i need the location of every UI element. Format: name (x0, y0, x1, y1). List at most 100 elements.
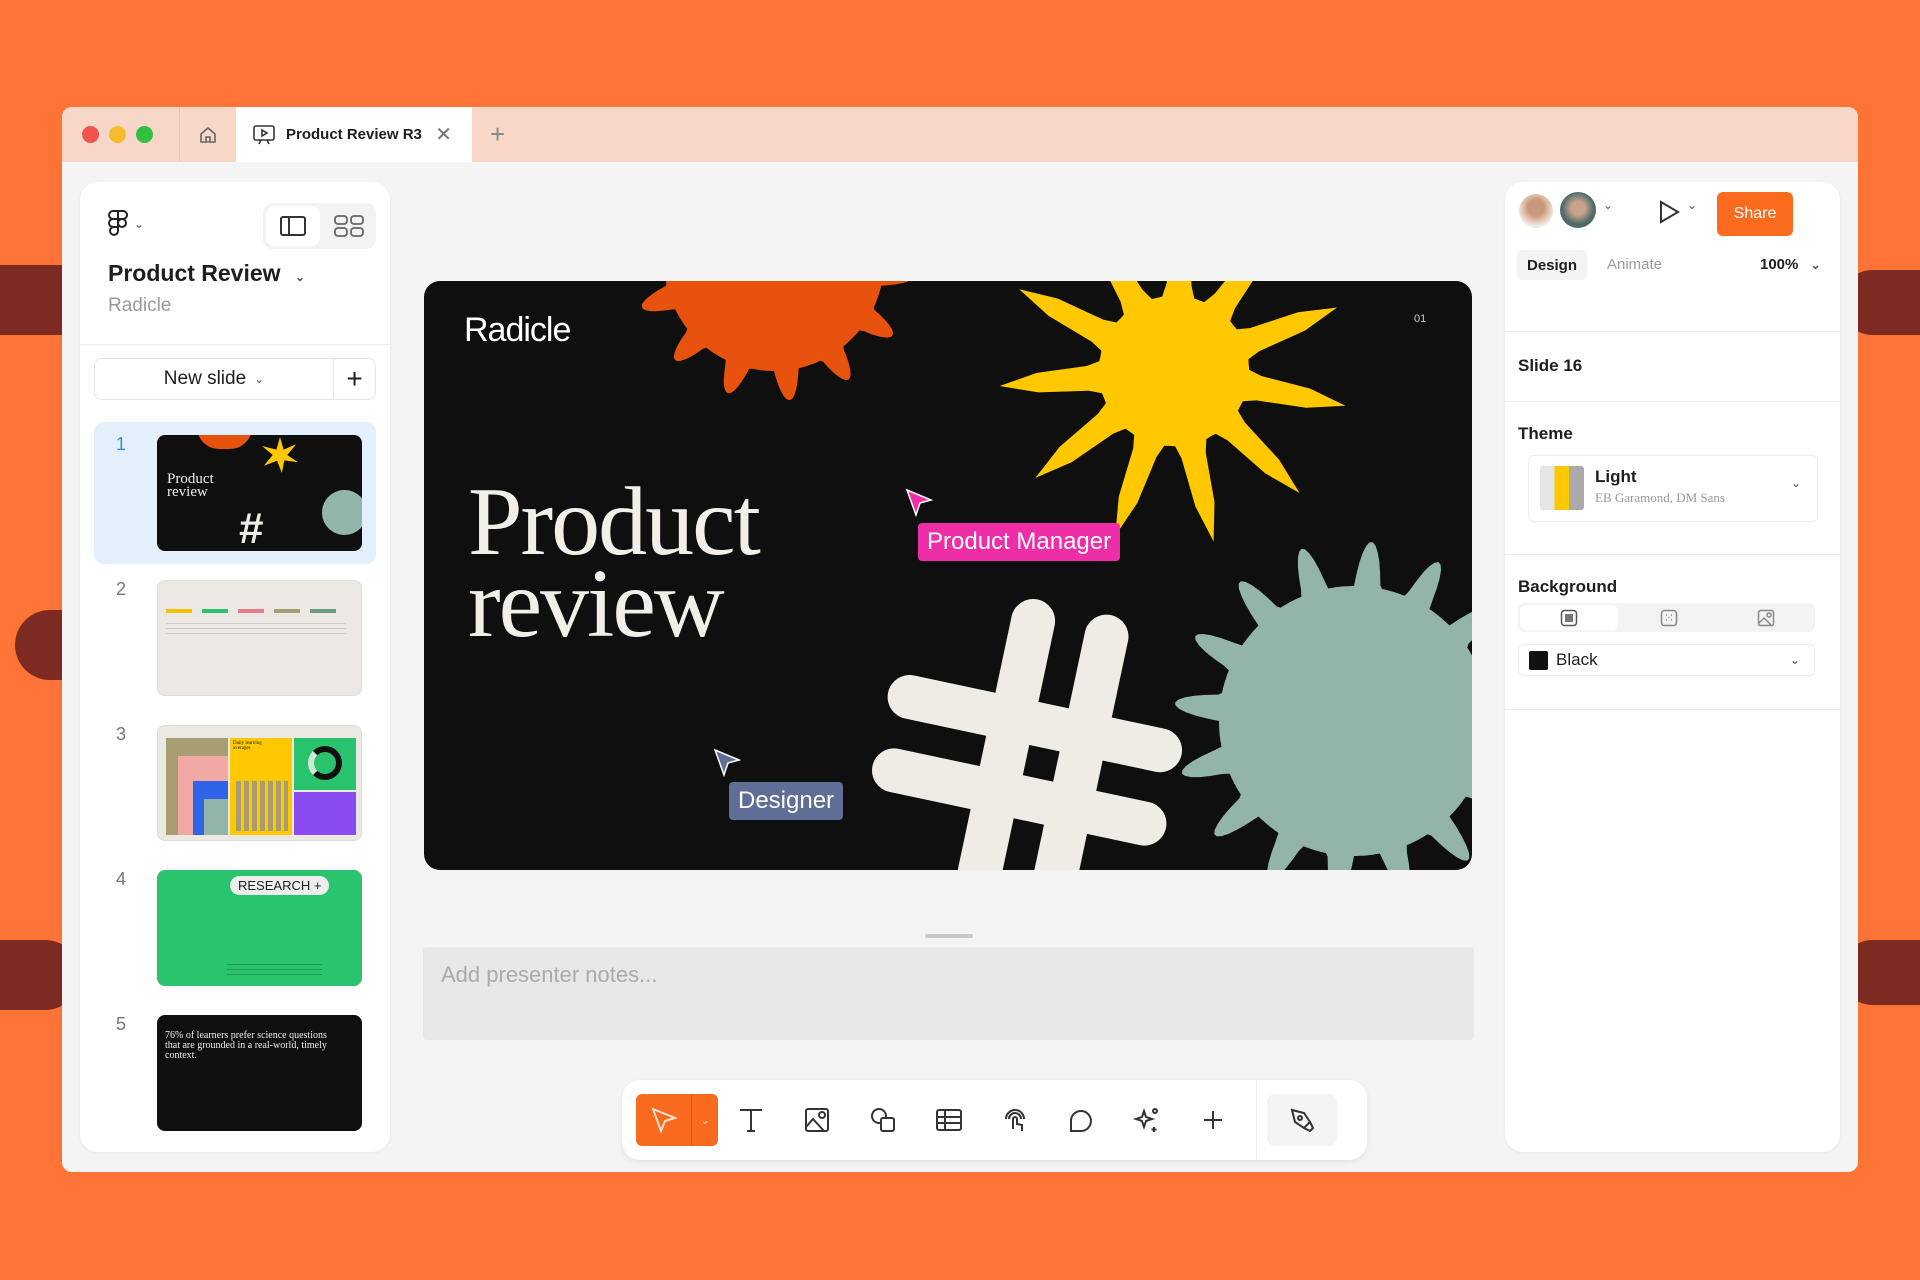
properties-panel: ⌄ ⌄ Share Design Animate 100% ⌄ Slide 16… (1505, 182, 1840, 1152)
plus-icon (1204, 1111, 1222, 1129)
figma-logo-icon (108, 210, 128, 236)
ai-sparkle-icon (1132, 1107, 1158, 1132)
close-window-button[interactable] (82, 126, 99, 143)
home-icon (200, 126, 216, 143)
pattern-fill-button[interactable] (1620, 603, 1718, 632)
table-icon (936, 1109, 962, 1131)
pen-icon (1290, 1108, 1315, 1133)
background-type-toggle (1518, 603, 1815, 632)
chevron-down-icon: ⌄ (1790, 476, 1801, 490)
pattern-icon (1660, 609, 1677, 626)
share-button[interactable]: Share (1717, 192, 1793, 236)
chevron-down-icon[interactable]: ⌄ (1603, 198, 1613, 212)
slides-panel: ⌄ Product Review ⌄ Radicle New slide ⌄ + … (80, 182, 390, 1152)
tab-animate[interactable]: Animate (1607, 256, 1662, 273)
text-tool-button[interactable] (718, 1094, 784, 1146)
grid-icon (334, 215, 365, 237)
draw-tool-button[interactable] (1267, 1094, 1337, 1146)
new-slide-button[interactable]: New slide ⌄ (95, 359, 333, 399)
view-toggle (263, 203, 376, 249)
background-color-select[interactable]: Black ⌄ (1518, 644, 1815, 676)
chevron-down-icon[interactable]: ⌄ (692, 1113, 718, 1127)
chevron-down-icon: ⌄ (254, 372, 265, 386)
play-icon[interactable] (1657, 199, 1681, 225)
image-tool-button[interactable] (784, 1094, 850, 1146)
notes-resize-handle[interactable] (925, 934, 973, 938)
teal-blob-shape (1175, 542, 1472, 870)
document-title-text: Product Review (108, 260, 281, 286)
chevron-down-icon: ⌄ (134, 217, 145, 231)
slide-number: 3 (116, 724, 127, 744)
slide-title: Product review (468, 473, 761, 653)
slide-thumbnail-3[interactable]: 3 Daily learning averages (94, 712, 376, 854)
thumb-caption: Daily learning averages (233, 741, 262, 751)
hash-shape (872, 599, 1183, 870)
solid-fill-icon (1560, 609, 1578, 626)
avatar[interactable] (1519, 194, 1553, 228)
slide-canvas[interactable]: Radicle 01 Product review Product Manager… (424, 281, 1472, 870)
shapes-tool-button[interactable] (850, 1094, 916, 1146)
tab-bar: Product Review R3 ✕ + (62, 107, 1858, 162)
slide-number: 1 (116, 434, 127, 454)
bottom-toolbar: ⌄ (622, 1080, 1367, 1160)
slide-number: 4 (116, 869, 127, 889)
tab-product-review[interactable]: Product Review R3 ✕ (236, 107, 472, 162)
table-tool-button[interactable] (916, 1094, 982, 1146)
more-tools-button[interactable] (1180, 1094, 1246, 1146)
list-view-button[interactable] (266, 206, 320, 246)
add-slide-button[interactable]: + (333, 359, 375, 399)
new-slide-label: New slide (163, 368, 247, 389)
slide-brand: Radicle (464, 311, 571, 349)
image-icon (1757, 609, 1775, 627)
theme-swatch (1540, 466, 1584, 510)
main-menu-button[interactable]: ⌄ (108, 210, 144, 238)
grid-view-button[interactable] (323, 203, 377, 249)
select-icon (650, 1107, 678, 1134)
chevron-down-icon: ⌄ (294, 270, 305, 284)
tab-title: Product Review R3 (286, 126, 422, 143)
pm-cursor-label: Product Manager (918, 523, 1121, 561)
home-button[interactable] (179, 107, 236, 162)
avatar[interactable] (1560, 192, 1596, 228)
theme-heading: Theme (1518, 424, 1573, 443)
zoom-value: 100% (1760, 256, 1799, 273)
pm-cursor-icon (905, 488, 934, 518)
tab-design[interactable]: Design (1517, 250, 1587, 280)
document-title[interactable]: Product Review ⌄ (108, 260, 305, 287)
slide-title-line-2: review (468, 550, 725, 658)
designer-cursor-icon (713, 748, 742, 778)
slide-thumbnail-2[interactable]: 2 (94, 567, 376, 709)
slide-number: 2 (116, 579, 127, 599)
yellow-star-shape (999, 281, 1346, 542)
theme-fonts: EB Garamond, DM Sans (1595, 490, 1725, 505)
theme-select[interactable]: Light EB Garamond, DM Sans ⌄ (1528, 455, 1818, 522)
slide-thumbnail-5[interactable]: 5 76% of learners prefer science questio… (94, 1002, 376, 1144)
background-heading: Background (1518, 577, 1618, 596)
chevron-down-icon[interactable]: ⌄ (1687, 198, 1697, 212)
thumbnail-image (157, 580, 362, 696)
thumbnail-image: RESEARCH + (157, 870, 362, 986)
interaction-tool-button[interactable] (982, 1094, 1048, 1146)
maximize-window-button[interactable] (136, 126, 153, 143)
new-slide-control: New slide ⌄ + (94, 358, 376, 400)
background-color-name: Black (1556, 650, 1598, 669)
thumb-quote: 76% of learners prefer science questions… (165, 1030, 327, 1061)
minimize-window-button[interactable] (109, 126, 126, 143)
shapes-icon (871, 1108, 895, 1132)
slide-page-number: 01 (1414, 313, 1427, 325)
chevron-down-icon: ⌄ (1810, 258, 1821, 272)
image-fill-button[interactable] (1717, 603, 1815, 632)
image-icon (805, 1108, 829, 1132)
ai-tool-button[interactable] (1114, 1094, 1180, 1146)
new-tab-button[interactable]: + (490, 119, 505, 150)
presenter-notes-input[interactable]: Add presenter notes... (423, 947, 1474, 1040)
close-tab-icon[interactable]: ✕ (435, 122, 452, 147)
select-tool-button[interactable]: ⌄ (636, 1094, 718, 1146)
slide-thumbnail-4[interactable]: 4 RESEARCH + (94, 857, 376, 999)
slide-thumbnail-1[interactable]: 1 Product review # (94, 422, 376, 564)
solid-fill-button[interactable] (1520, 605, 1618, 630)
comment-icon (1070, 1110, 1092, 1132)
interaction-icon (1005, 1109, 1025, 1131)
zoom-select[interactable]: 100% ⌄ (1760, 256, 1821, 273)
comment-tool-button[interactable] (1048, 1094, 1114, 1146)
